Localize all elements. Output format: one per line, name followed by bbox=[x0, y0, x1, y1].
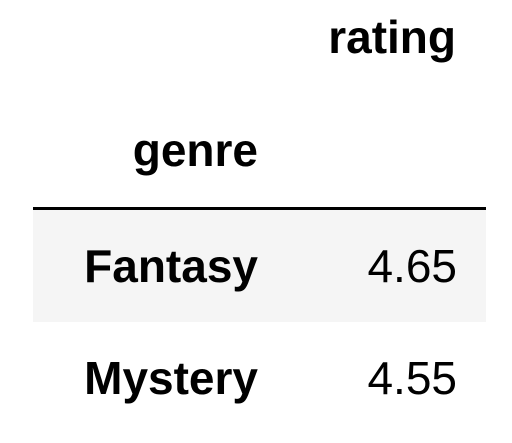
table-row: Mystery 4.55 bbox=[33, 322, 486, 434]
column-header-rating: rating bbox=[328, 11, 456, 63]
rating-value: 4.55 bbox=[367, 352, 457, 404]
row-index-label: Fantasy bbox=[84, 240, 258, 292]
rating-value: 4.65 bbox=[367, 240, 457, 292]
table-row: Fantasy 4.65 bbox=[33, 210, 486, 322]
dataframe-table: rating genre Fantasy 4.65 Mystery 4.55 bbox=[0, 0, 512, 443]
index-name-header: genre bbox=[132, 124, 258, 176]
row-index-label: Mystery bbox=[84, 352, 258, 404]
